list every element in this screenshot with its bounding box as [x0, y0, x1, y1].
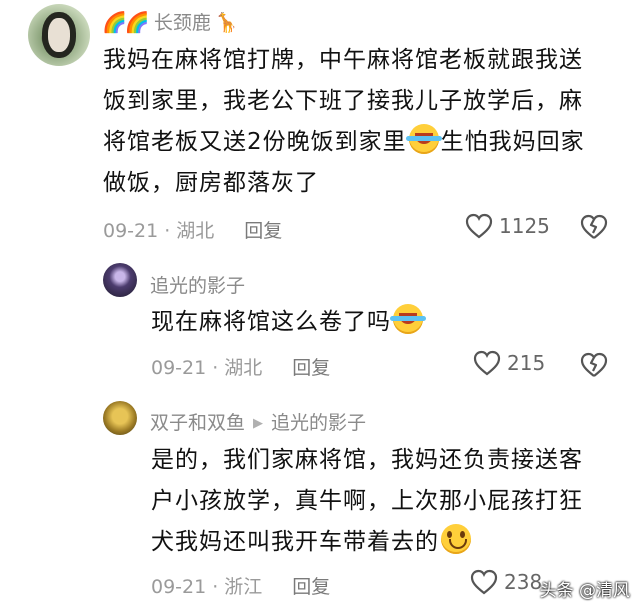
username[interactable]: 双子和双鱼 ▶ 追光的影子: [150, 408, 366, 435]
reply-to-username[interactable]: 追光的影子: [271, 412, 366, 434]
date: 09-21: [103, 220, 159, 242]
reply-button[interactable]: 回复: [244, 220, 282, 242]
broken-heart-icon[interactable]: [580, 352, 608, 378]
like-button[interactable]: 238: [470, 569, 542, 595]
comment-text: 现在麻将馆这么卷了吗: [151, 302, 621, 343]
reply-button[interactable]: 回复: [292, 576, 330, 598]
comment-meta: 09-21 · 湖北 回复: [103, 220, 283, 242]
avatar[interactable]: [28, 4, 90, 66]
reply-arrow-icon: ▶: [253, 416, 264, 431]
broken-heart-icon[interactable]: [580, 214, 608, 240]
crying-laughing-emoji: [390, 304, 426, 334]
location: 湖北: [224, 357, 263, 379]
comment-meta: 09-21 · 湖北 回复: [151, 357, 331, 379]
comment-meta: 09-21 · 浙江 回复: [151, 576, 331, 598]
location: 湖北: [176, 220, 215, 242]
heart-icon: [470, 569, 498, 595]
like-count: 1125: [499, 214, 550, 238]
avatar[interactable]: [103, 401, 137, 435]
reply-button[interactable]: 回复: [292, 357, 330, 379]
smile-emoji: [441, 524, 471, 554]
watermark: 头条 @清风: [539, 581, 630, 601]
like-count: 215: [507, 351, 546, 375]
date: 09-21: [151, 357, 207, 379]
avatar[interactable]: [103, 263, 137, 297]
heart-icon: [473, 350, 501, 376]
heart-icon: [465, 213, 493, 239]
giraffe-icon: 🦒: [214, 12, 239, 34]
username[interactable]: 追光的影子: [150, 271, 245, 298]
crying-laughing-emoji: [405, 124, 442, 154]
rainbow-icon: 🌈🌈: [102, 10, 150, 34]
comment-text: 是的，我们家麻将馆，我妈还负责接送客 户小孩放学，真牛啊，上次那小屁孩打狂 犬我…: [151, 447, 583, 555]
username[interactable]: 🌈🌈 长颈鹿 🦒: [102, 8, 239, 35]
date: 09-21: [151, 576, 207, 598]
like-button[interactable]: 1125: [465, 213, 550, 239]
comment-text: 我妈在麻将馆打牌，中午麻将馆老板就跟我送 饭到家里，我老公下班了接我儿子放学后，…: [103, 47, 585, 196]
like-count: 238: [504, 570, 543, 594]
like-button[interactable]: 215: [473, 350, 545, 376]
location: 浙江: [224, 576, 263, 598]
